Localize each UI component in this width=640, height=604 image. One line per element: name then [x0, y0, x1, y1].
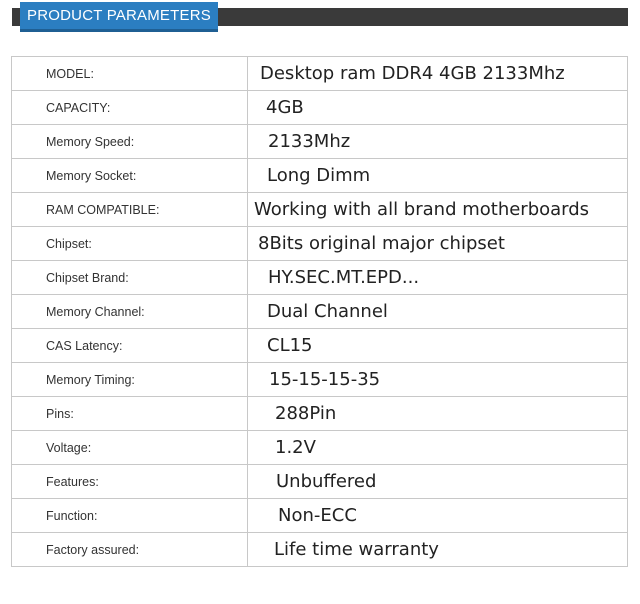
param-value-cell: Non-ECC: [247, 498, 628, 533]
param-row: Memory Channel: Dual Channel: [11, 294, 628, 329]
param-value-cell: 4GB: [247, 90, 628, 125]
param-value: Dual Channel: [267, 301, 388, 322]
product-parameters-table: MODEL: Desktop ram DDR4 4GB 2133Mhz CAPACI…: [11, 56, 628, 567]
param-value: 1.2V: [275, 437, 316, 458]
param-row: Memory Timing: 15-15-15-35: [11, 362, 628, 397]
param-label: CAPACITY:: [11, 90, 248, 125]
param-label: Factory assured:: [11, 532, 248, 567]
param-value-cell: Life time warranty: [247, 532, 628, 567]
parameters-body: MODEL: Desktop ram DDR4 4GB 2133Mhz CAPACI…: [11, 56, 628, 567]
param-label: Chipset Brand:: [11, 260, 248, 295]
param-row: Factory assured: Life time warranty: [11, 532, 628, 567]
param-label: MODEL:: [11, 56, 248, 91]
param-value: Unbuffered: [276, 471, 377, 492]
param-row: Chipset Brand: HY.SEC.MT.EPD...: [11, 260, 628, 295]
param-value-cell: 2133Mhz: [247, 124, 628, 159]
param-label: Memory Timing:: [11, 362, 248, 397]
param-value: 288Pin: [275, 403, 337, 424]
param-label: Features:: [11, 464, 248, 499]
param-value: Life time warranty: [274, 539, 439, 560]
param-value: Long Dimm: [267, 165, 371, 186]
param-value-cell: 1.2V: [247, 430, 628, 465]
param-value: 8Bits original major chipset: [258, 233, 505, 254]
param-value-cell: 288Pin: [247, 396, 628, 431]
param-label: Voltage:: [11, 430, 248, 465]
param-value: 2133Mhz: [268, 131, 351, 152]
param-row: Chipset: 8Bits original major chipset: [11, 226, 628, 261]
param-value: 15-15-15-35: [269, 369, 381, 390]
param-value-cell: HY.SEC.MT.EPD...: [247, 260, 628, 295]
param-value-cell: Desktop ram DDR4 4GB 2133Mhz: [247, 56, 628, 91]
param-value-cell: CL15: [247, 328, 628, 363]
param-row: Memory Socket: Long Dimm: [11, 158, 628, 193]
param-row: MODEL: Desktop ram DDR4 4GB 2133Mhz: [11, 56, 628, 91]
param-label: Chipset:: [11, 226, 248, 261]
param-value: Desktop ram DDR4 4GB 2133Mhz: [260, 63, 565, 84]
param-row: Function: Non-ECC: [11, 498, 628, 533]
param-value-cell: 8Bits original major chipset: [247, 226, 628, 261]
param-label: Memory Channel:: [11, 294, 248, 329]
param-label: Function:: [11, 498, 248, 533]
section-title: PRODUCT PARAMETERS: [20, 2, 218, 32]
param-value-cell: Working with all brand motherboards: [247, 192, 628, 227]
param-label: Memory Speed:: [11, 124, 248, 159]
param-value: HY.SEC.MT.EPD...: [268, 267, 420, 288]
param-row: Voltage: 1.2V: [11, 430, 628, 465]
param-row: Memory Speed: 2133Mhz: [11, 124, 628, 159]
param-value: 4GB: [266, 97, 304, 118]
param-row: Pins: 288Pin: [11, 396, 628, 431]
param-row: CAPACITY: 4GB: [11, 90, 628, 125]
param-label: RAM COMPATIBLE:: [11, 192, 248, 227]
param-value: CL15: [267, 335, 313, 356]
param-value-cell: Dual Channel: [247, 294, 628, 329]
param-label: CAS Latency:: [11, 328, 248, 363]
param-label: Memory Socket:: [11, 158, 248, 193]
param-row: Features: Unbuffered: [11, 464, 628, 499]
param-value-cell: Long Dimm: [247, 158, 628, 193]
param-value: Non-ECC: [278, 505, 357, 526]
param-value: Working with all brand motherboards: [254, 199, 590, 220]
param-label: Pins:: [11, 396, 248, 431]
param-value-cell: Unbuffered: [247, 464, 628, 499]
param-row: CAS Latency: CL15: [11, 328, 628, 363]
param-row: RAM COMPATIBLE: Working with all brand mo…: [11, 192, 628, 227]
param-value-cell: 15-15-15-35: [247, 362, 628, 397]
